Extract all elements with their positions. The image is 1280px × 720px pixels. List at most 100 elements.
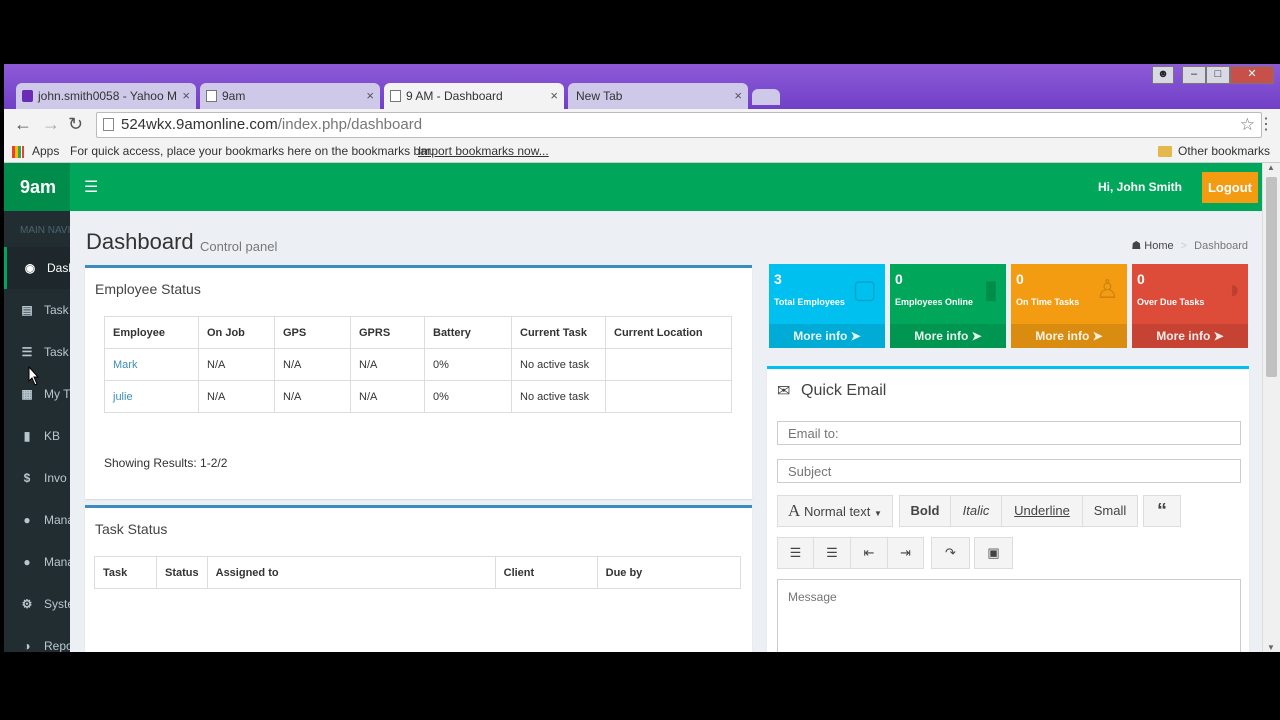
scroll-up-icon[interactable]: ▲ [1267,163,1275,172]
column-header[interactable]: Employee [104,316,199,349]
sidebar-item-system[interactable]: ⚙ Syste [4,583,70,625]
column-header[interactable]: Current Task [511,316,606,349]
more-info-link[interactable]: More info ➤ [1132,324,1248,348]
more-info-link[interactable]: More info ➤ [769,324,885,348]
more-info-label: More info [1156,329,1211,343]
arrow-circle-right-icon: ➤ [1092,329,1103,343]
arrow-circle-right-icon: ➤ [1213,329,1224,343]
breadcrumb-current: Dashboard [1194,240,1248,252]
apps-link[interactable]: Apps [32,141,59,161]
forward-icon[interactable]: → [42,114,60,135]
close-window-button[interactable]: ✕ [1230,66,1274,84]
close-icon[interactable]: × [182,83,190,109]
sidebar-item-reports[interactable]: ◑ Repo [4,625,70,652]
tab-9am[interactable]: 9am × [200,83,380,109]
close-icon[interactable]: × [550,83,558,109]
message-textarea[interactable] [777,579,1241,652]
column-header[interactable]: Current Location [605,316,732,349]
stat-value: 0 [1137,271,1145,287]
address-bar[interactable]: 524wkx.9amonline.com/index.php/dashboard… [96,112,1262,138]
reload-icon[interactable]: ↻ [68,114,83,135]
sidebar-item-manage-2[interactable]: ● Mana [4,541,70,583]
normal-text-dropdown[interactable]: A Normal text ▼ [777,495,893,527]
app-logo[interactable]: 9am [4,163,70,211]
unordered-list-icon[interactable]: ☰ [777,537,814,569]
stat-label: Total Employees [774,297,845,307]
page-subtitle: Control panel [200,239,278,254]
logout-button[interactable]: Logout [1201,172,1258,203]
outdent-icon[interactable]: ⇤ [850,537,888,569]
tab-yahoo[interactable]: john.smith0058 - Yahoo M × [16,83,196,109]
user-add-icon: ♙ [1095,274,1119,304]
column-header[interactable]: Due by [596,556,742,589]
page-title: Dashboard [86,229,194,254]
close-icon[interactable]: × [734,83,742,109]
column-header[interactable]: GPS [274,316,351,349]
import-bookmarks-link[interactable]: Import bookmarks now... [418,141,549,161]
email-to-input[interactable] [777,421,1241,445]
scrollbar-thumb[interactable] [1266,177,1277,377]
scroll-down-icon[interactable]: ▼ [1267,643,1275,652]
more-info-label: More info [793,329,848,343]
column-header[interactable]: Task [94,556,157,589]
underline-button[interactable]: Underline [1001,495,1083,527]
menu-icon[interactable]: ⋮ [1258,114,1274,134]
web-page: 9am ☰ Hi, John Smith Logout MAIN NAVI ◉ D… [4,163,1262,652]
browser-window: ☻ – □ ✕ john.smith0058 - Yahoo M × 9am ×… [4,64,1280,652]
sidebar-item-label: Task [44,345,69,359]
title-bar: ☻ – □ ✕ john.smith0058 - Yahoo M × 9am ×… [4,64,1280,110]
page-icon [103,118,114,131]
page-scrollbar[interactable]: ▲ ▼ [1262,163,1280,652]
more-info-link[interactable]: More info ➤ [1011,324,1127,348]
sidebar-item-tasks[interactable]: ▤ Task [4,289,70,331]
close-icon[interactable]: × [366,83,374,109]
folder-icon [1158,146,1172,157]
maximize-button[interactable]: □ [1206,66,1230,84]
new-tab-button[interactable] [752,89,780,105]
breadcrumb-home[interactable]: Home [1144,240,1173,252]
italic-button[interactable]: Italic [950,495,1002,527]
column-header[interactable]: Assigned to [206,556,496,589]
user-greeting[interactable]: Hi, John Smith [1098,180,1182,194]
sidebar-item-dashboard[interactable]: ◉ Dash [4,247,70,289]
quote-icon[interactable]: “ [1143,495,1181,527]
bars-icon: ☰ [21,345,33,359]
stat-value: 0 [1016,271,1024,287]
indent-icon[interactable]: ⇥ [887,537,924,569]
bold-button[interactable]: Bold [899,495,951,527]
employee-link[interactable]: Mark [113,359,137,371]
hamburger-icon[interactable]: ☰ [84,177,98,197]
box-title: Task Status [95,521,168,537]
sidebar-item-kb[interactable]: ▮ KB [4,415,70,457]
minimize-button[interactable]: – [1182,66,1206,84]
pie-chart-icon: ◑ [23,639,31,652]
tab-new[interactable]: New Tab × [568,83,748,109]
calendar-icon: ▦ [21,387,33,401]
bookmarks-bar: Apps For quick access, place your bookma… [4,141,1280,163]
back-icon[interactable]: ← [14,114,32,135]
sidebar-item-manage-1[interactable]: ● Mana [4,499,70,541]
stat-employees-online: 0 Employees Online ▮ More info ➤ [890,264,1006,348]
sidebar-item-invoices[interactable]: $ Invo [4,457,70,499]
other-bookmarks[interactable]: Other bookmarks [1178,141,1270,161]
column-header[interactable]: Client [494,556,598,589]
tab-dashboard[interactable]: 9 AM - Dashboard × [384,83,564,109]
subject-input[interactable] [777,459,1241,483]
column-header[interactable]: Status [156,556,208,589]
page-icon [206,90,217,102]
box-title: Employee Status [95,281,201,297]
column-header[interactable]: GPRS [350,316,425,349]
table-cell: N/A [350,380,425,413]
column-header[interactable]: Battery [424,316,512,349]
employee-link[interactable]: julie [113,391,133,403]
star-icon[interactable]: ☆ [1240,113,1255,137]
ordered-list-icon[interactable]: ☰ [813,537,851,569]
apps-icon [12,146,24,158]
small-button[interactable]: Small [1082,495,1138,527]
more-info-link[interactable]: More info ➤ [890,324,1006,348]
user-icon[interactable]: ☻ [1152,66,1174,84]
link-icon[interactable]: ↷ [931,537,970,569]
image-icon[interactable]: ▣ [974,537,1013,569]
table-cell: N/A [198,348,275,381]
column-header[interactable]: On Job [198,316,275,349]
